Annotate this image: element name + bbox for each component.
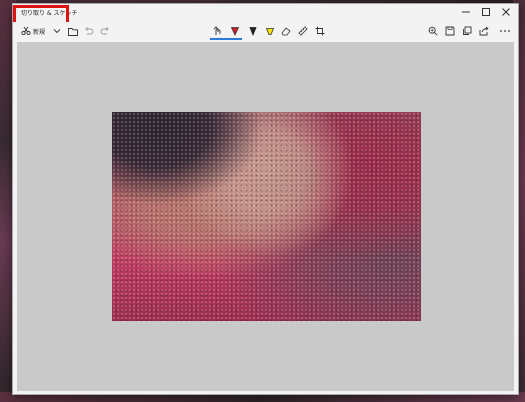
folder-icon — [68, 27, 78, 36]
copy-button[interactable] — [460, 24, 474, 38]
chevron-down-icon — [53, 29, 61, 34]
maximize-button[interactable] — [476, 7, 496, 19]
crop-icon — [315, 26, 325, 36]
toolbar: 新規 — [13, 22, 518, 40]
canvas-area[interactable] — [17, 42, 514, 391]
copy-icon — [463, 26, 472, 35]
snip-sketch-window: 切り取り & スケッチ 新規 — [12, 3, 519, 395]
save-button[interactable] — [443, 24, 457, 38]
ballpoint-pen-icon — [230, 27, 240, 36]
ballpoint-pen-button[interactable] — [228, 24, 242, 38]
highlighter-button[interactable] — [263, 24, 277, 38]
close-button[interactable] — [496, 7, 516, 19]
pencil-button[interactable] — [246, 24, 260, 38]
redo-icon — [100, 26, 109, 34]
captured-image[interactable] — [112, 112, 421, 321]
share-icon — [479, 26, 489, 36]
minimize-button[interactable] — [456, 7, 476, 19]
scissors-new-icon — [21, 26, 31, 36]
touch-writing-icon — [213, 26, 221, 35]
crop-button[interactable] — [313, 24, 327, 38]
ruler-button[interactable] — [296, 24, 310, 38]
eraser-button[interactable] — [279, 24, 293, 38]
ruler-icon — [298, 26, 308, 36]
active-tool-indicator — [210, 38, 242, 40]
eraser-icon — [281, 27, 291, 36]
open-file-button[interactable] — [66, 24, 80, 38]
more-icon — [500, 30, 510, 32]
maximize-icon — [482, 8, 490, 16]
highlighter-icon — [265, 28, 275, 35]
zoom-button[interactable] — [426, 24, 440, 38]
new-label: 新規 — [32, 28, 45, 36]
title-bar[interactable]: 切り取り & スケッチ — [13, 4, 518, 25]
new-dropdown-button[interactable] — [51, 24, 63, 38]
undo-icon — [85, 26, 94, 34]
undo-button[interactable] — [82, 24, 96, 38]
zoom-icon — [428, 26, 438, 36]
pencil-icon — [249, 27, 257, 36]
share-button[interactable] — [477, 24, 491, 38]
close-icon — [502, 8, 510, 16]
save-icon — [445, 26, 455, 36]
touch-writing-button[interactable] — [211, 24, 225, 38]
new-snip-button[interactable]: 新規 — [17, 24, 49, 38]
more-button[interactable] — [497, 24, 513, 38]
redo-button[interactable] — [98, 24, 112, 38]
minimize-icon — [462, 11, 470, 13]
